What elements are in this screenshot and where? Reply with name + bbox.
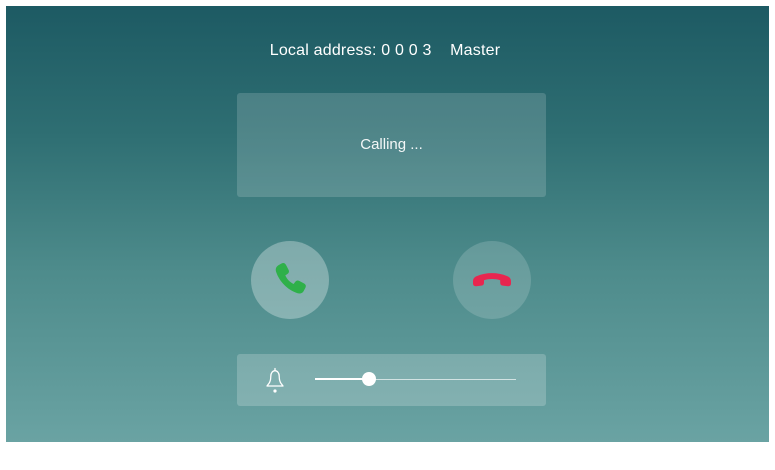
- bell-icon: [266, 367, 284, 393]
- volume-slider-thumb[interactable]: [362, 372, 377, 386]
- volume-panel: [237, 354, 546, 406]
- call-status-panel: Calling ...: [237, 93, 546, 197]
- local-address-label: Local address: 0 0 0 3 Master: [269, 42, 501, 59]
- answer-button[interactable]: [251, 241, 329, 319]
- phone-answer-icon: [275, 262, 306, 294]
- phone-hangup-icon: [473, 273, 511, 287]
- hangup-button[interactable]: [453, 241, 531, 319]
- call-screen: Local address: 0 0 0 3 Master Calling ..…: [6, 6, 769, 442]
- volume-slider-fill: [315, 378, 370, 380]
- volume-slider[interactable]: [315, 372, 516, 386]
- call-status-text: Calling ...: [360, 136, 423, 153]
